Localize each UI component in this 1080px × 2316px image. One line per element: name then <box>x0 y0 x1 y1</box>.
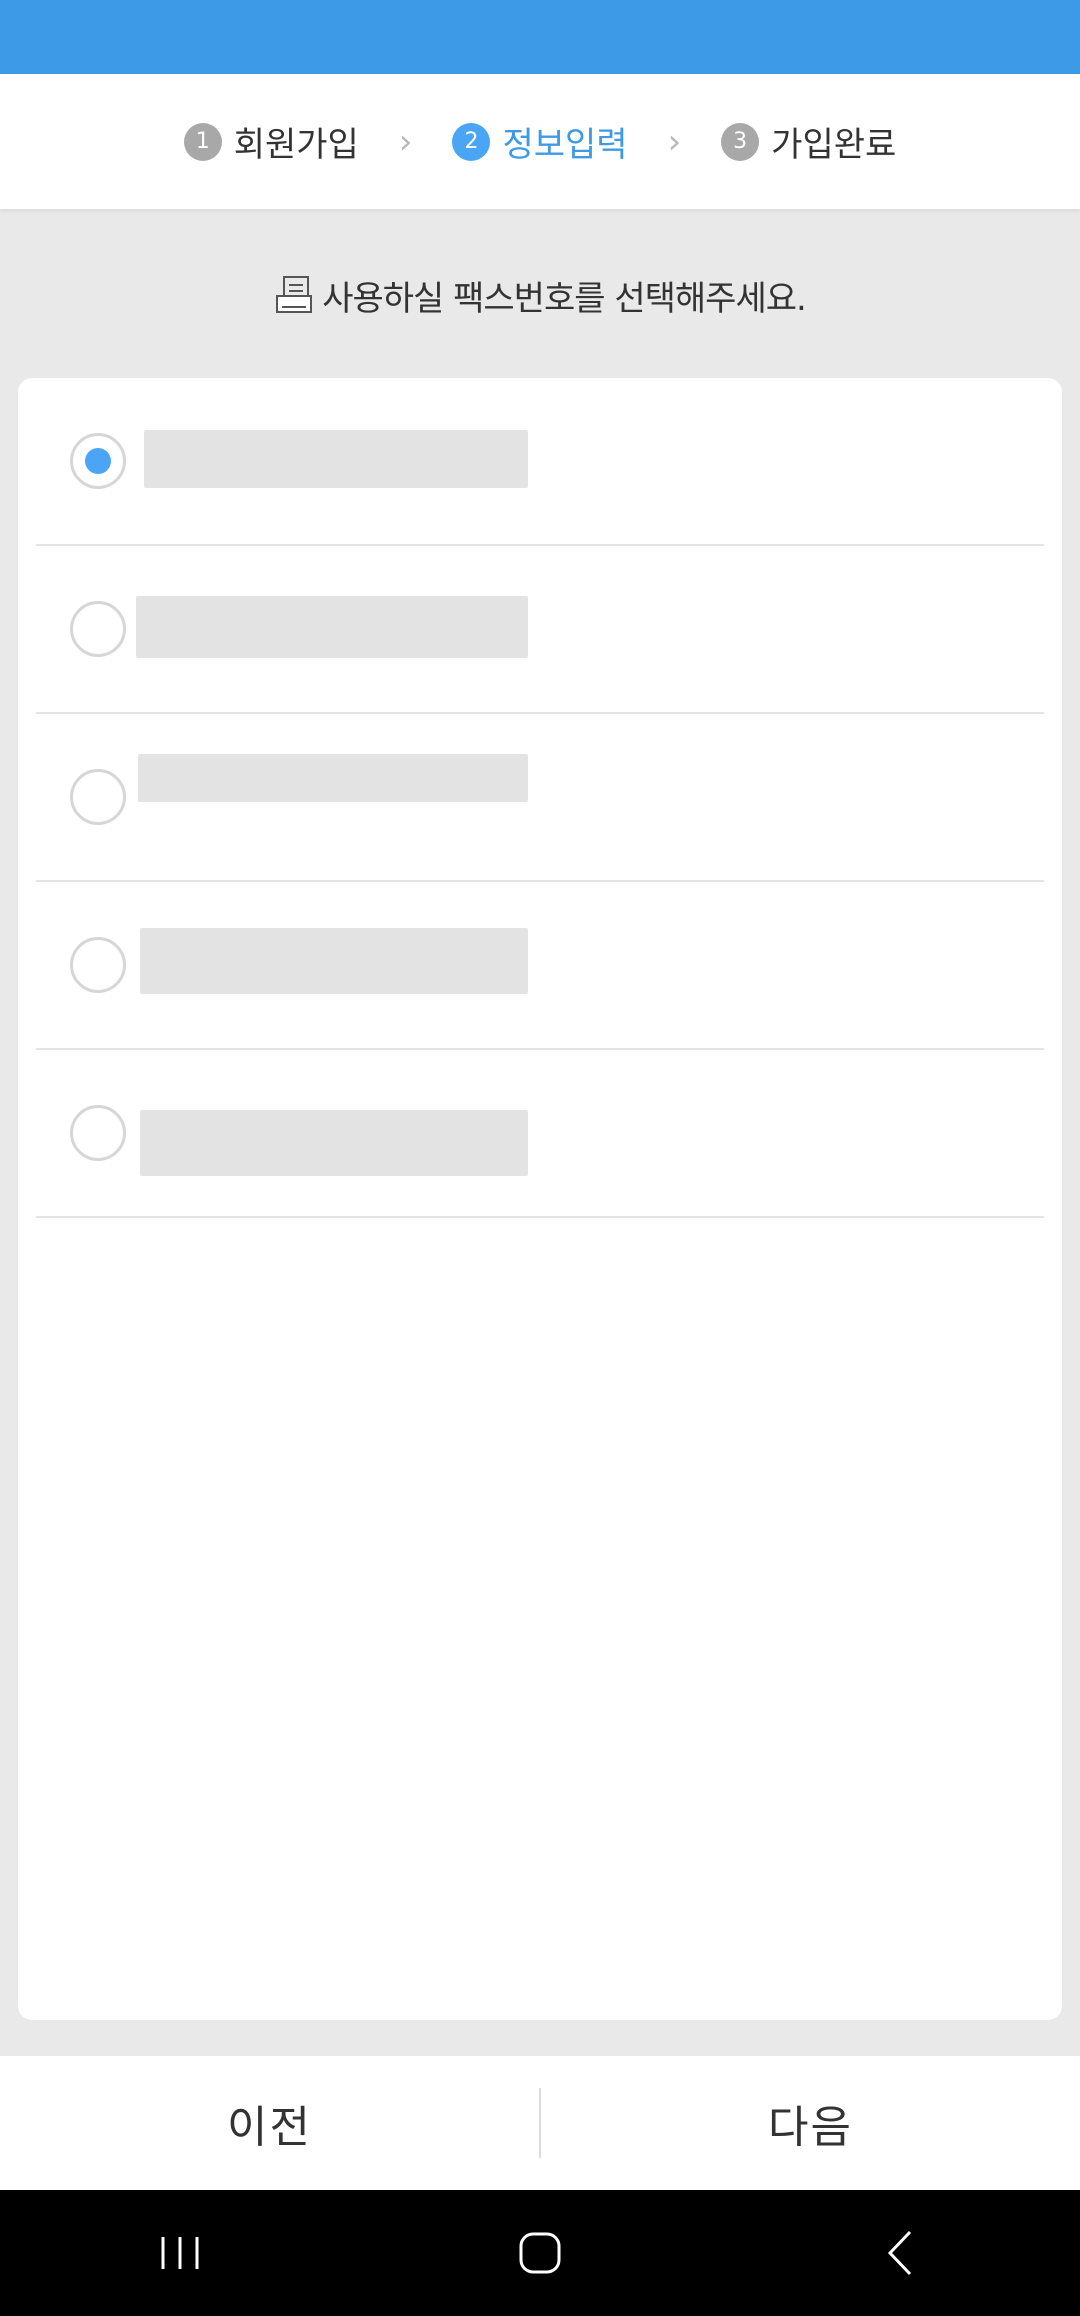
recent-apps-icon <box>161 2237 199 2269</box>
step-label: 정보입력 <box>502 125 628 165</box>
back-button[interactable] <box>840 2213 960 2293</box>
radio-button-selected[interactable] <box>70 433 126 489</box>
radio-button[interactable] <box>70 1105 126 1161</box>
fax-number-list <box>18 378 1062 2020</box>
fax-option[interactable] <box>36 1050 1044 1218</box>
step-signup: 1 회원가입 <box>183 117 359 166</box>
status-bar <box>0 0 1080 74</box>
step-label: 회원가입 <box>233 125 359 165</box>
fax-document-icon <box>276 276 313 313</box>
fax-option[interactable] <box>36 882 1044 1050</box>
radio-button[interactable] <box>70 601 126 657</box>
redacted-fax-number <box>144 430 528 488</box>
fax-option[interactable] <box>36 378 1044 546</box>
radio-button[interactable] <box>70 769 126 825</box>
instruction-text: 사용하실 팩스번호를 선택해주세요. <box>322 278 807 319</box>
step-number: 2 <box>452 122 491 161</box>
redacted-fax-number <box>140 928 528 994</box>
chevron-right-icon: › <box>398 121 413 162</box>
redacted-fax-number <box>138 754 528 802</box>
fax-option[interactable] <box>36 714 1044 882</box>
signup-steps: 1 회원가입 › 2 정보입력 › 3 가입완료 <box>0 74 1080 209</box>
redacted-fax-number <box>136 596 528 658</box>
back-icon <box>887 2230 912 2276</box>
instruction: 사용하실 팩스번호를 선택해주세요. <box>0 260 1080 330</box>
recent-apps-button[interactable] <box>120 2213 240 2293</box>
radio-button[interactable] <box>70 937 126 993</box>
step-number: 1 <box>183 122 222 161</box>
fax-option[interactable] <box>36 546 1044 714</box>
step-number: 3 <box>721 122 760 161</box>
step-label: 가입완료 <box>771 125 897 165</box>
redacted-fax-number <box>140 1110 528 1176</box>
chevron-right-icon: › <box>667 121 682 162</box>
prev-button[interactable]: 이전 <box>0 2056 539 2190</box>
step-complete: 3 가입완료 <box>721 117 896 166</box>
home-button[interactable] <box>480 2213 600 2293</box>
step-info-input: 2 정보입력 <box>452 117 628 166</box>
bottom-action-bar: 이전 다음 <box>0 2056 1080 2190</box>
system-nav-bar <box>0 2190 1080 2316</box>
next-button[interactable]: 다음 <box>541 2056 1080 2190</box>
home-icon <box>519 2232 561 2274</box>
